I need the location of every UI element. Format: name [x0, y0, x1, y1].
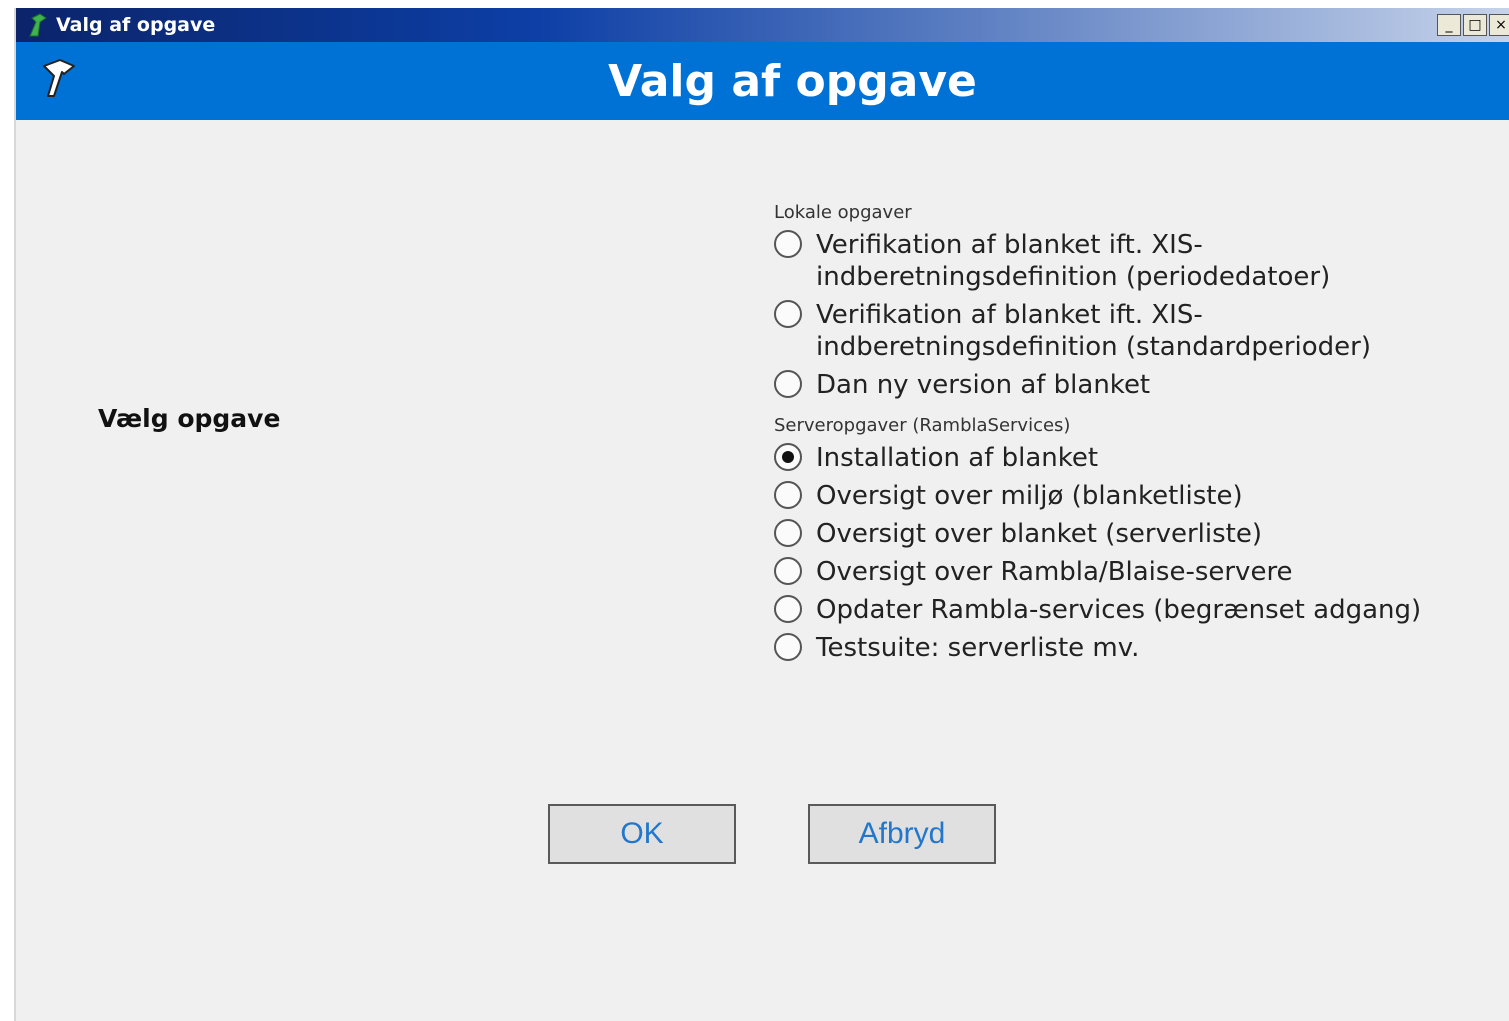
task-options: Lokale opgaver Verifikation af blanket i… — [774, 202, 1504, 670]
radio-label: Testsuite: serverliste mv. — [816, 633, 1140, 663]
radio-option-environment-overview[interactable]: Oversigt over miljø (blanketliste) — [774, 480, 1504, 512]
page-title: Valg af opgave — [608, 56, 977, 107]
radio-label: Oversigt over blanket (serverliste) — [816, 519, 1263, 549]
minimize-button[interactable]: _ — [1437, 14, 1461, 36]
server-tasks-caption: Serveropgaver (RamblaServices) — [774, 415, 1071, 436]
radio-option-new-version[interactable]: Dan ny version af blanket — [774, 369, 1504, 401]
close-button[interactable]: × — [1489, 14, 1509, 36]
radio-label: Verifikation af blanket ift. XIS-indbere… — [816, 300, 1372, 362]
choose-task-label: Vælg opgave — [98, 404, 281, 433]
app-icon — [29, 13, 47, 37]
radio-option-install-form[interactable]: Installation af blanket — [774, 442, 1504, 474]
cancel-button[interactable]: Afbryd — [808, 804, 996, 864]
radio-label: Oversigt over Rambla/Blaise-servere — [816, 557, 1293, 587]
radio-button[interactable] — [774, 370, 802, 398]
ok-button[interactable]: OK — [548, 804, 736, 864]
radio-option-verify-period-dates[interactable]: Verifikation af blanket ift. XIS-indbere… — [774, 229, 1504, 293]
radio-option-servers-overview[interactable]: Oversigt over Rambla/Blaise-servere — [774, 556, 1504, 588]
radio-button[interactable] — [774, 557, 802, 585]
radio-button[interactable] — [774, 481, 802, 509]
local-tasks-caption: Lokale opgaver — [774, 202, 912, 223]
maximize-button[interactable]: □ — [1463, 14, 1487, 36]
radio-option-update-services[interactable]: Opdater Rambla-services (begrænset adgan… — [774, 594, 1504, 626]
radio-label: Installation af blanket — [816, 443, 1099, 473]
radio-option-testsuite[interactable]: Testsuite: serverliste mv. — [774, 632, 1504, 664]
radio-label: Opdater Rambla-services (begrænset adgan… — [816, 595, 1422, 625]
window-title: Valg af opgave — [56, 14, 216, 36]
radio-label: Verifikation af blanket ift. XIS-indbere… — [816, 230, 1331, 292]
radio-button[interactable] — [774, 633, 802, 661]
radio-button[interactable] — [774, 300, 802, 328]
radio-option-verify-standard-periods[interactable]: Verifikation af blanket ift. XIS-indbere… — [774, 299, 1504, 363]
radio-option-form-overview[interactable]: Oversigt over blanket (serverliste) — [774, 518, 1504, 550]
title-bar: Valg af opgave _ □ × — [16, 8, 1509, 42]
radio-button[interactable] — [774, 595, 802, 623]
header-banner: Valg af opgave — [16, 42, 1509, 120]
radio-button-selected[interactable] — [774, 443, 802, 471]
radio-label: Oversigt over miljø (blanketliste) — [816, 481, 1243, 511]
radio-label: Dan ny version af blanket — [816, 370, 1151, 400]
radio-button[interactable] — [774, 519, 802, 547]
window-controls: _ □ × — [1437, 14, 1509, 36]
radio-button[interactable] — [774, 230, 802, 258]
dialog-window: Valg af opgave _ □ × Valg af opgave Vælg… — [14, 8, 1509, 1021]
